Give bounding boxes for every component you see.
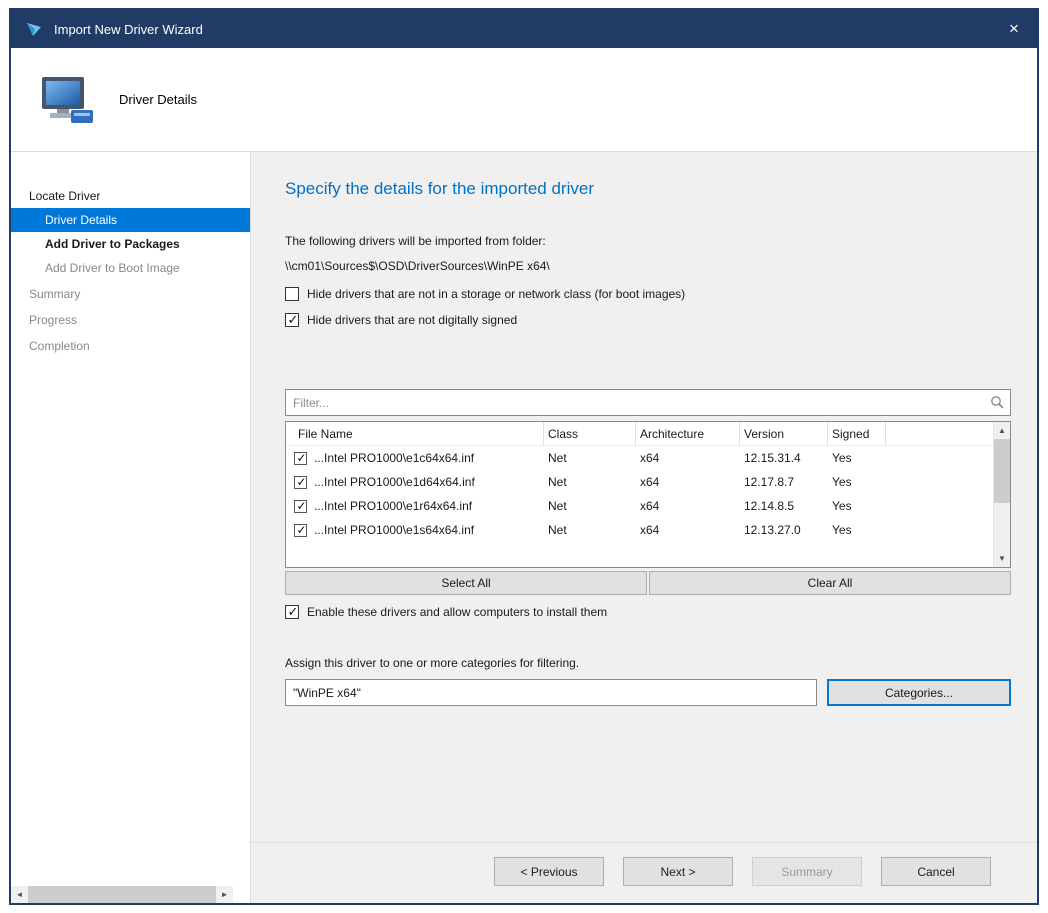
enable-drivers-checkbox[interactable]: Enable these drivers and allow computers… — [285, 605, 1011, 619]
checkbox-icon[interactable] — [285, 287, 299, 301]
sidebar-item-add-driver-to-boot-image[interactable]: Add Driver to Boot Image — [11, 256, 250, 280]
window-title: Import New Driver Wizard — [54, 22, 203, 37]
main-panel: Specify the details for the imported dri… — [251, 152, 1037, 903]
scroll-down-icon[interactable]: ▼ — [994, 550, 1010, 567]
table-row[interactable]: ...Intel PRO1000\e1c64x64.inf Net x64 12… — [286, 446, 993, 470]
intro-text: The following drivers will be imported f… — [285, 234, 1011, 248]
sidebar-item-progress[interactable]: Progress — [11, 308, 250, 332]
next-button[interactable]: Next > — [623, 857, 733, 886]
titlebar: Import New Driver Wizard × — [11, 10, 1037, 48]
previous-button[interactable]: < Previous — [494, 857, 604, 886]
clear-all-button[interactable]: Clear All — [649, 571, 1011, 595]
table-row[interactable]: ...Intel PRO1000\e1d64x64.inf Net x64 12… — [286, 470, 993, 494]
sidebar-item-driver-details[interactable]: Driver Details — [11, 208, 250, 232]
cell-signed: Yes — [828, 499, 886, 513]
scrollbar-thumb[interactable] — [994, 439, 1010, 503]
driver-details-icon — [39, 75, 97, 125]
column-header-architecture[interactable]: Architecture — [636, 422, 740, 446]
list-vertical-scrollbar[interactable]: ▲ ▼ — [993, 422, 1010, 567]
section-heading: Specify the details for the imported dri… — [285, 178, 1011, 200]
checkbox-icon[interactable] — [285, 313, 299, 327]
sidebar-item-completion[interactable]: Completion — [11, 334, 250, 358]
cell-signed: Yes — [828, 523, 886, 537]
hide-storage-label: Hide drivers that are not in a storage o… — [307, 287, 685, 301]
search-icon — [990, 395, 1004, 412]
scroll-up-icon[interactable]: ▲ — [994, 422, 1010, 439]
cancel-button[interactable]: Cancel — [881, 857, 991, 886]
folder-path: \\cm01\Sources$\OSD\DriverSources\WinPE … — [285, 259, 1011, 273]
cell-architecture: x64 — [636, 475, 740, 489]
cell-version: 12.17.8.7 — [740, 475, 828, 489]
cell-file-name: ...Intel PRO1000\e1c64x64.inf — [314, 451, 474, 465]
checkbox-icon[interactable] — [285, 605, 299, 619]
cell-file-name: ...Intel PRO1000\e1s64x64.inf — [314, 523, 474, 537]
scrollbar-thumb[interactable] — [28, 886, 216, 903]
sidebar-item-add-driver-to-packages[interactable]: Add Driver to Packages — [11, 232, 250, 256]
cell-signed: Yes — [828, 475, 886, 489]
driver-list-header: File Name Class Architecture Version Sig… — [286, 422, 993, 446]
row-checkbox-icon[interactable] — [294, 524, 307, 537]
page-title: Driver Details — [119, 92, 197, 107]
cell-class: Net — [544, 451, 636, 465]
categories-caption: Assign this driver to one or more catego… — [285, 656, 1011, 670]
hide-unsigned-checkbox[interactable]: Hide drivers that are not digitally sign… — [285, 313, 1011, 327]
sidebar-item-locate-driver[interactable]: Locate Driver — [11, 184, 250, 208]
wizard-footer: < Previous Next > Summary Cancel — [251, 842, 1037, 903]
categories-input[interactable] — [285, 679, 817, 706]
driver-list: File Name Class Architecture Version Sig… — [285, 421, 1011, 568]
scroll-left-icon[interactable]: ◄ — [11, 886, 28, 903]
cell-version: 12.14.8.5 — [740, 499, 828, 513]
filter-input[interactable] — [285, 389, 1011, 416]
filter-field-wrap — [285, 389, 1011, 416]
column-header-version[interactable]: Version — [740, 422, 828, 446]
enable-drivers-label: Enable these drivers and allow computers… — [307, 605, 607, 619]
cell-signed: Yes — [828, 451, 886, 465]
cell-class: Net — [544, 475, 636, 489]
cell-class: Net — [544, 523, 636, 537]
wizard-window: Import New Driver Wizard × Driver Deta — [9, 8, 1039, 905]
column-header-class[interactable]: Class — [544, 422, 636, 446]
select-all-button[interactable]: Select All — [285, 571, 647, 595]
categories-button[interactable]: Categories... — [827, 679, 1011, 706]
cell-version: 12.13.27.0 — [740, 523, 828, 537]
cell-file-name: ...Intel PRO1000\e1d64x64.inf — [314, 475, 475, 489]
wizard-app-icon — [24, 19, 44, 39]
row-checkbox-icon[interactable] — [294, 500, 307, 513]
hide-storage-checkbox[interactable]: Hide drivers that are not in a storage o… — [285, 287, 1011, 301]
close-icon[interactable]: × — [991, 10, 1037, 48]
cell-architecture: x64 — [636, 499, 740, 513]
sidebar-item-summary[interactable]: Summary — [11, 282, 250, 306]
row-checkbox-icon[interactable] — [294, 476, 307, 489]
summary-button: Summary — [752, 857, 862, 886]
scroll-right-icon[interactable]: ► — [216, 886, 233, 903]
column-header-signed[interactable]: Signed — [828, 422, 886, 446]
cell-class: Net — [544, 499, 636, 513]
hide-unsigned-label: Hide drivers that are not digitally sign… — [307, 313, 517, 327]
table-row[interactable]: ...Intel PRO1000\e1s64x64.inf Net x64 12… — [286, 518, 993, 542]
sidebar-horizontal-scrollbar[interactable]: ◄ ► — [11, 886, 233, 903]
wizard-header: Driver Details — [11, 48, 1037, 152]
cell-architecture: x64 — [636, 523, 740, 537]
cell-file-name: ...Intel PRO1000\e1r64x64.inf — [314, 499, 472, 513]
column-header-file-name[interactable]: File Name — [286, 422, 544, 446]
row-checkbox-icon[interactable] — [294, 452, 307, 465]
cell-architecture: x64 — [636, 451, 740, 465]
wizard-steps-sidebar: Locate Driver Driver Details Add Driver … — [11, 152, 251, 903]
cell-version: 12.15.31.4 — [740, 451, 828, 465]
table-row[interactable]: ...Intel PRO1000\e1r64x64.inf Net x64 12… — [286, 494, 993, 518]
